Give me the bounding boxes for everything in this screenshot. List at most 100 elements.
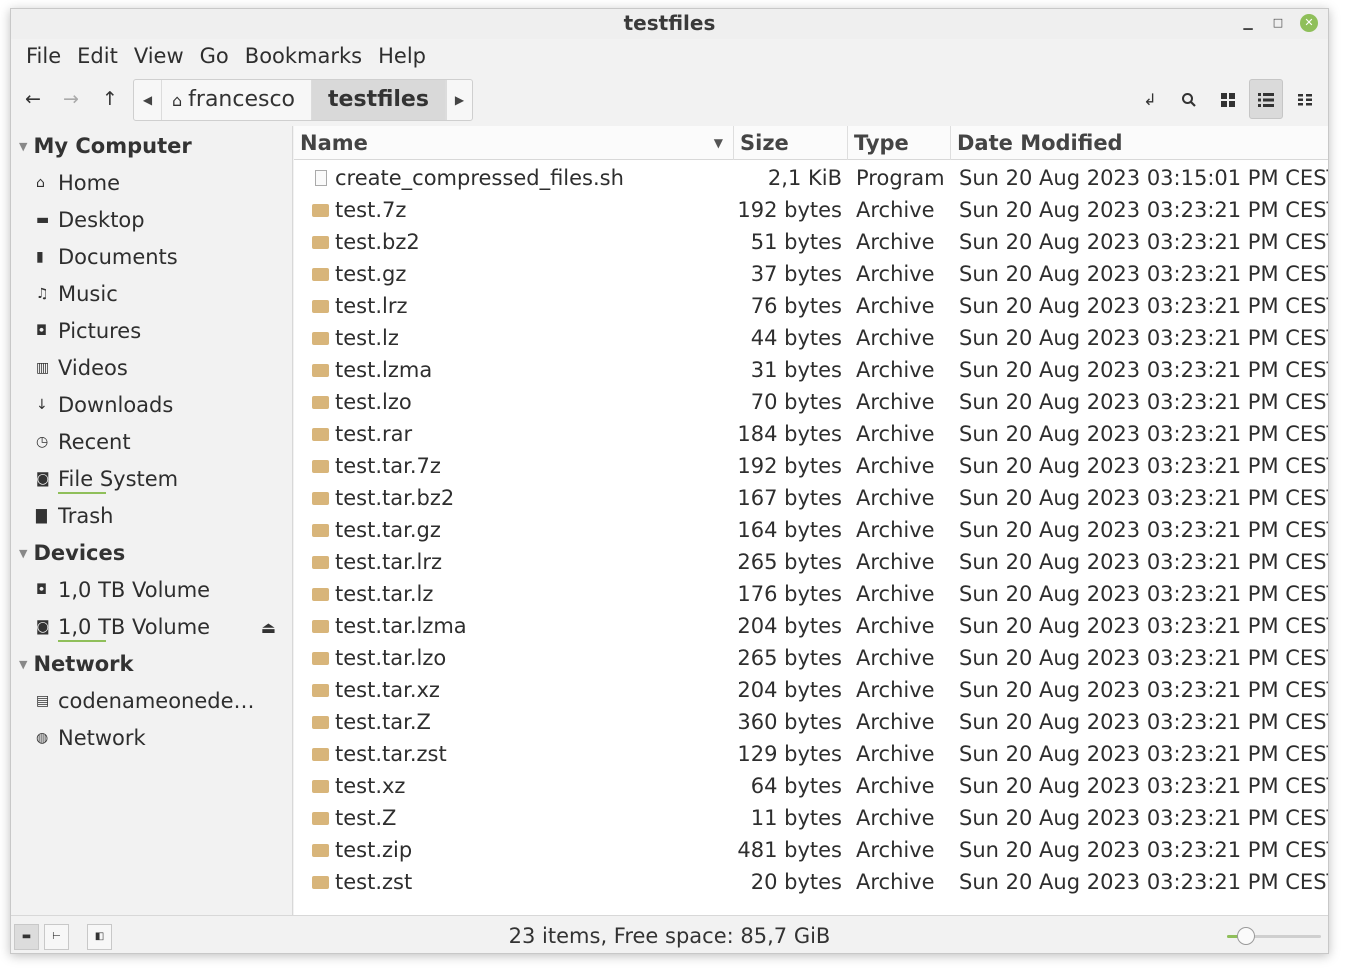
file-name: test.7z [335,198,407,222]
sidebar-item-network[interactable]: ◍ Network [11,720,292,757]
archive-icon [312,450,330,482]
drive-icon: ◙ [36,471,50,487]
column-header-type[interactable]: Type [848,126,951,160]
zoom-slider-handle[interactable] [1236,927,1255,945]
sidebar-item-pictures[interactable]: ◘ Pictures [11,313,292,350]
file-type: Archive [856,742,935,766]
file-type: Archive [856,806,935,830]
back-arrow-icon[interactable]: ← [18,84,48,114]
menu-view[interactable]: View [126,40,192,72]
breadcrumb-segment-current[interactable]: testfiles [312,80,446,120]
table-row[interactable]: test.tar.gz 164 bytes Archive Sun 20 Aug 20… [294,514,1328,546]
expander-icon[interactable]: ▼ [19,128,27,165]
film-icon: ▥ [36,360,50,376]
toolbar: ← → ↑ ◀ ⌂ francesco testfiles ▶ ↲ [11,76,1328,124]
sidebar-item-home[interactable]: ⌂ Home [11,165,292,202]
sidebar-item-music[interactable]: ♫ Music [11,276,292,313]
table-row[interactable]: test.gz 37 bytes Archive Sun 20 Aug 2023 03… [294,258,1328,290]
table-row[interactable]: test.tar.lzma 204 bytes Archive Sun 20 Aug … [294,610,1329,642]
drive-icon: ◘ [36,582,48,598]
menu-file[interactable]: File [18,40,69,72]
sidebar-item-label: 1,0 TB Volume [58,578,211,602]
minimize-icon[interactable]: ▁ [1238,13,1258,33]
title-bar[interactable]: testfiles ▁ □ ✕ [11,9,1328,39]
document-icon: ▮ [36,249,44,265]
table-row[interactable]: test.rar 184 bytes Archive Sun 20 Aug 2023 … [294,418,1328,450]
file-name: test.lz [335,326,399,350]
table-row[interactable]: test.tar.7z 192 bytes Archive Sun 20 Aug 20… [294,450,1328,482]
sidebar-item-recent[interactable]: ◷ Recent [11,424,292,461]
table-row[interactable]: test.Z 11 bytes Archive Sun 20 Aug 2023 03:… [294,802,1328,834]
search-icon[interactable] [1172,84,1206,116]
file-date-modified: Sun 20 Aug 2023 03:23:21 PM CEST [959,614,1329,638]
menu-go[interactable]: Go [192,40,237,72]
expander-icon[interactable]: ▼ [19,646,27,683]
sidebar-item-videos[interactable]: ▥ Videos [11,350,292,387]
archive-icon [312,226,330,258]
path-scroll-right-icon[interactable]: ▶ [445,80,472,120]
table-row[interactable]: test.tar.zst 129 bytes Archive Sun 20 Aug 2… [294,738,1328,770]
table-row[interactable]: test.zst 20 bytes Archive Sun 20 Aug 2023 0… [294,866,1329,898]
menu-bookmarks[interactable]: Bookmarks [237,40,370,72]
sidebar-item-file-system[interactable]: ◙ File System [11,461,292,498]
table-row[interactable]: test.7z 192 bytes Archive Sun 20 Aug 2023 0… [294,194,1328,226]
compact-view-icon[interactable] [1288,84,1322,116]
breadcrumb: ◀ ⌂ francesco testfiles ▶ [133,79,473,121]
icon-view-icon[interactable] [1211,84,1245,116]
menu-help[interactable]: Help [370,40,434,72]
table-row[interactable]: test.tar.lzo 265 bytes Archive Sun 20 Aug 2… [294,642,1329,674]
table-row[interactable]: test.lrz 76 bytes Archive Sun 20 Aug 2023 0… [294,290,1328,322]
up-arrow-icon[interactable]: ↑ [95,84,125,114]
table-row[interactable]: test.lzo 70 bytes Archive Sun 20 Aug 2023 0… [294,386,1328,418]
table-row[interactable]: test.tar.lz 176 bytes Archive Sun 20 Aug 20… [294,578,1328,610]
archive-icon [312,802,330,834]
path-scroll-left-icon[interactable]: ◀ [134,80,162,120]
column-header-label: Type [854,131,909,155]
download-icon: ↓ [36,397,48,413]
sidebar-section-network[interactable]: ▼ Network [11,646,292,683]
table-row[interactable]: test.xz 64 bytes Archive Sun 20 Aug 2023 03… [294,770,1328,802]
drive-icon: ◙ [36,619,50,635]
column-header-name[interactable]: Name ▼ [294,126,734,160]
forward-arrow-icon[interactable]: → [56,84,86,114]
menu-edit[interactable]: Edit [69,40,126,72]
expander-icon[interactable]: ▼ [19,535,27,572]
file-date-modified: Sun 20 Aug 2023 03:23:21 PM CEST [959,870,1329,894]
table-row[interactable]: test.tar.xz 204 bytes Archive Sun 20 Aug 20… [294,674,1328,706]
column-header-date-modified[interactable]: Date Modified [951,126,1328,160]
close-icon[interactable]: ✕ [1300,14,1318,32]
breadcrumb-segment-home[interactable]: ⌂ francesco [162,80,313,120]
desktop-icon: ▬ [36,212,50,228]
archive-icon [312,322,330,354]
sidebar-item-codenameonede[interactable]: ▤ codenameonede… [11,683,292,720]
sidebar-item-trash[interactable]: ▇ Trash [11,498,292,535]
sidebar-item-1-0-tb-volume[interactable]: ◙ 1,0 TB Volume ⏏ [11,609,292,646]
table-row[interactable]: test.lz 44 bytes Archive Sun 20 Aug 2023 03… [294,322,1328,354]
table-row[interactable]: test.tar.Z 360 bytes Archive Sun 20 Aug 202… [294,706,1328,738]
table-row[interactable]: test.tar.lrz 265 bytes Archive Sun 20 Aug 2… [294,546,1328,578]
table-row[interactable]: test.tar.bz2 167 bytes Archive Sun 20 Aug 2… [294,482,1328,514]
list-view-icon[interactable] [1249,79,1283,119]
sidebar-item-desktop[interactable]: ▬ Desktop [11,202,292,239]
file-size: 51 bytes [750,230,842,254]
table-row[interactable]: create_compressed_files.sh 2,1 KiB Program… [294,162,1328,194]
sidebar-section-my-computer[interactable]: ▼ My Computer [11,128,292,165]
file-size: 192 bytes [737,454,842,478]
sidebar-item-documents[interactable]: ▮ Documents [11,239,292,276]
file-date-modified: Sun 20 Aug 2023 03:23:21 PM CEST [959,646,1329,670]
sidebar-section-devices[interactable]: ▼ Devices [11,535,292,572]
home-icon: ⌂ [172,91,183,110]
column-header-size[interactable]: Size [734,126,848,160]
toggle-location-entry-icon[interactable]: ↲ [1133,84,1167,116]
table-row[interactable]: test.zip 481 bytes Archive Sun 20 Aug 2023 … [294,834,1328,866]
file-name: test.tar.gz [335,518,441,542]
eject-icon[interactable]: ⏏ [261,609,276,646]
archive-icon [312,706,330,738]
sidebar-item-downloads[interactable]: ↓ Downloads [11,387,292,424]
archive-icon [312,610,330,642]
sidebar-item-1-0-tb-volume[interactable]: ◘ 1,0 TB Volume [11,572,292,609]
table-row[interactable]: test.bz2 51 bytes Archive Sun 20 Aug 2023 0… [294,226,1328,258]
file-size: 176 bytes [737,582,842,606]
table-row[interactable]: test.lzma 31 bytes Archive Sun 20 Aug 2023 … [294,354,1328,386]
maximize-icon[interactable]: □ [1268,13,1288,33]
